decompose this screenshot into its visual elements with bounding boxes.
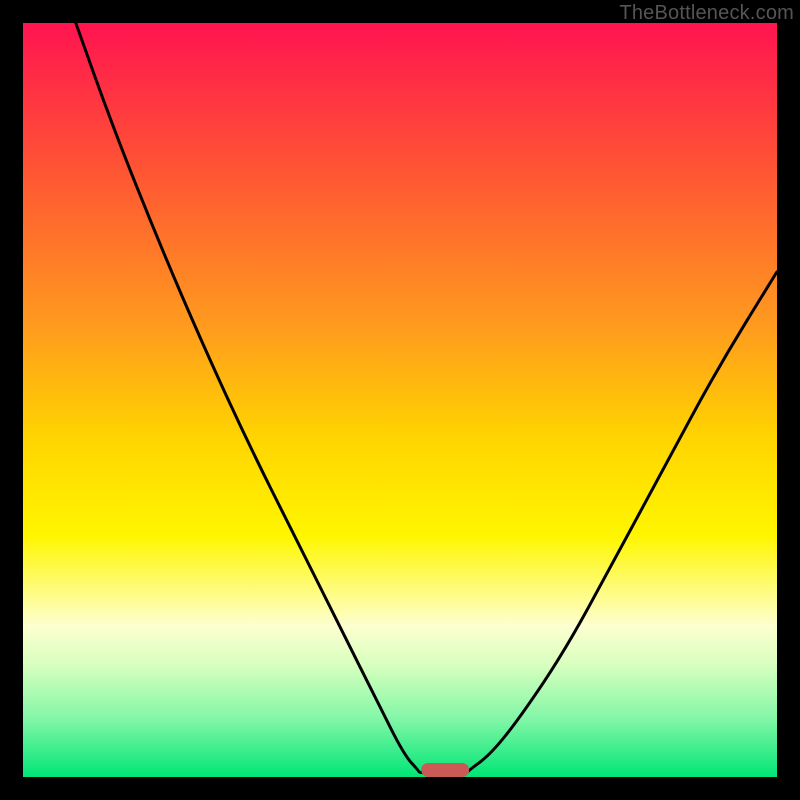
- bottleneck-curve: [23, 23, 777, 777]
- chart-frame: TheBottleneck.com: [0, 0, 800, 800]
- plot-area: [23, 23, 777, 777]
- minimum-marker: [421, 763, 469, 777]
- watermark-text: TheBottleneck.com: [619, 2, 794, 25]
- curve-path: [76, 23, 777, 775]
